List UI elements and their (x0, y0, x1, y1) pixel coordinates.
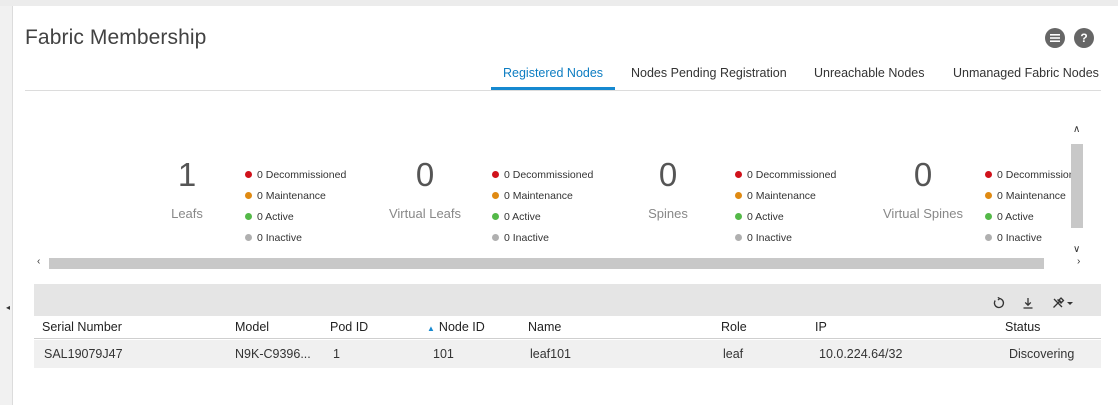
inactive-dot-icon (492, 234, 499, 241)
scroll-left-icon[interactable]: ‹ (37, 256, 40, 267)
tools-icon-glyph (1053, 297, 1073, 308)
tools-icon[interactable] (1052, 297, 1074, 312)
status-maintenance: 0 Maintenance (735, 185, 836, 206)
spines-count: 0 (658, 156, 678, 193)
status-active: 0 Active (735, 206, 836, 227)
download-icon[interactable] (1022, 297, 1034, 312)
active-dot-icon (735, 213, 742, 220)
sort-ascending-icon: ▲ (427, 324, 435, 333)
col-name[interactable]: Name (528, 316, 561, 338)
tab-registered-nodes[interactable]: Registered Nodes (490, 66, 616, 90)
spines-label: Spines (648, 206, 688, 221)
decommissioned-dot-icon (245, 171, 252, 178)
col-ip[interactable]: IP (815, 316, 827, 338)
cell-status: Discovering (1009, 347, 1075, 361)
cell-node-id: 101 (433, 347, 454, 361)
node-summary: 1 Leafs 0 Decommissioned 0 Maintenance 0… (35, 116, 1071, 256)
col-pod-id[interactable]: Pod ID (330, 316, 368, 338)
maintenance-dot-icon (985, 192, 992, 199)
tabs-divider (25, 90, 1101, 91)
status-decommissioned: 0 Decommissioned (735, 164, 836, 185)
summary-vertical-scrollbar[interactable]: ∧ ∨ (1070, 124, 1084, 274)
col-node-id[interactable]: ▲ Node ID (427, 316, 485, 338)
tab-unreachable-nodes[interactable]: Unreachable Nodes (814, 66, 925, 90)
virtual-leafs-status-list: 0 Decommissioned 0 Maintenance 0 Active … (492, 164, 593, 248)
leafs-label: Leafs (171, 206, 203, 221)
page-title: Fabric Membership (25, 26, 207, 49)
refresh-icon[interactable] (993, 296, 1005, 312)
fabric-membership-panel: Fabric Membership ? Registered Nodes Nod… (13, 6, 1118, 405)
vertical-scroll-thumb[interactable] (1071, 144, 1083, 228)
status-inactive: 0 Inactive (985, 227, 1071, 248)
list-icon-glyph (1050, 34, 1060, 42)
cell-name: leaf101 (530, 347, 572, 361)
table-row[interactable]: SAL19079J47 N9K-C9396... 1 101 leaf101 l… (34, 340, 1101, 368)
status-decommissioned: 0 Decommissioned (492, 164, 593, 185)
maintenance-dot-icon (735, 192, 742, 199)
scroll-right-icon[interactable]: › (1077, 256, 1080, 267)
help-icon[interactable]: ? (1074, 28, 1094, 48)
left-sidebar-edge: ◂ (0, 6, 13, 405)
status-maintenance: 0 Maintenance (492, 185, 593, 206)
table-header-divider (34, 338, 1101, 339)
virtual-spines-count: 0 (913, 156, 933, 193)
cell-ip: 10.0.224.64/32 (819, 347, 903, 361)
horizontal-scroll-thumb[interactable] (49, 258, 1044, 269)
decommissioned-dot-icon (985, 171, 992, 178)
tab-bar: Registered Nodes Nodes Pending Registrat… (13, 66, 1118, 90)
status-inactive: 0 Inactive (735, 227, 836, 248)
inactive-dot-icon (985, 234, 992, 241)
status-active: 0 Active (492, 206, 593, 227)
scroll-down-icon[interactable]: ∨ (1073, 244, 1080, 255)
tab-nodes-pending-registration[interactable]: Nodes Pending Registration (631, 66, 787, 90)
cell-pod-id: 1 (333, 347, 340, 361)
status-inactive: 0 Inactive (492, 227, 593, 248)
table-toolbar (34, 284, 1101, 316)
spines-status-list: 0 Decommissioned 0 Maintenance 0 Active … (735, 164, 836, 248)
active-dot-icon (492, 213, 499, 220)
active-dot-icon (985, 213, 992, 220)
summary-horizontal-scrollbar[interactable]: ‹ › (35, 256, 1085, 270)
inactive-dot-icon (245, 234, 252, 241)
col-serial-number[interactable]: Serial Number (42, 316, 122, 338)
cell-role: leaf (723, 347, 744, 361)
maintenance-dot-icon (492, 192, 499, 199)
virtual-leafs-count: 0 (415, 156, 435, 193)
refresh-icon-glyph (993, 296, 1005, 309)
collapse-left-icon[interactable]: ◂ (4, 299, 12, 315)
status-active: 0 Active (985, 206, 1071, 227)
decommissioned-dot-icon (492, 171, 499, 178)
inactive-dot-icon (735, 234, 742, 241)
download-icon-glyph (1023, 298, 1033, 309)
status-decommissioned: 0 Decommissioned (985, 164, 1071, 185)
virtual-leafs-label: Virtual Leafs (388, 206, 462, 221)
scroll-up-icon[interactable]: ∧ (1073, 124, 1080, 135)
col-model[interactable]: Model (235, 316, 269, 338)
maintenance-dot-icon (245, 192, 252, 199)
leafs-status-list: 0 Decommissioned 0 Maintenance 0 Active … (245, 164, 346, 248)
virtual-spines-label: Virtual Spines (883, 206, 963, 221)
virtual-spines-status-list: 0 Decommissioned 0 Maintenance 0 Active … (985, 164, 1071, 248)
status-decommissioned: 0 Decommissioned (245, 164, 346, 185)
cell-serial-number: SAL19079J47 (44, 347, 123, 361)
status-maintenance: 0 Maintenance (985, 185, 1071, 206)
status-inactive: 0 Inactive (245, 227, 346, 248)
leafs-count: 1 (177, 156, 197, 193)
status-active: 0 Active (245, 206, 346, 227)
status-maintenance: 0 Maintenance (245, 185, 346, 206)
col-role[interactable]: Role (721, 316, 747, 338)
col-status[interactable]: Status (1005, 316, 1040, 338)
tab-unmanaged-fabric-nodes[interactable]: Unmanaged Fabric Nodes (953, 66, 1099, 90)
list-icon[interactable] (1045, 28, 1065, 48)
decommissioned-dot-icon (735, 171, 742, 178)
cell-model: N9K-C9396... (235, 347, 311, 361)
active-dot-icon (245, 213, 252, 220)
